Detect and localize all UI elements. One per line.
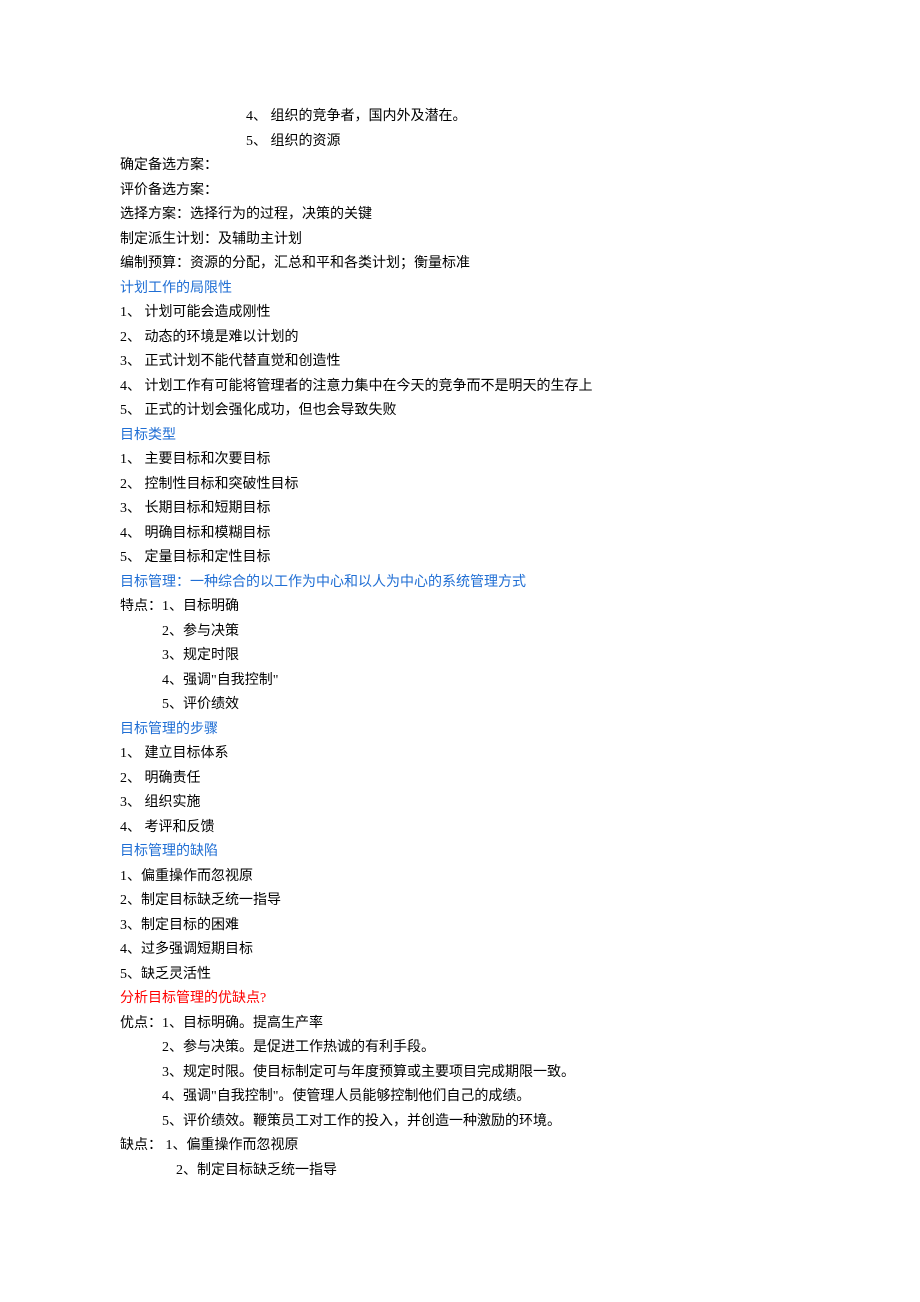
list-item: 3、 长期目标和短期目标 (120, 497, 800, 522)
advantage-sub-item: 3、规定时限。使目标制定可与年度预算或主要项目完成期限一致。 (120, 1061, 800, 1086)
disadvantages-lead: 缺点： 1、偏重操作而忽视原 (120, 1134, 800, 1159)
feature-sub-item: 3、规定时限 (120, 644, 800, 669)
list-item: 4、过多强调短期目标 (120, 938, 800, 963)
features-lead: 特点：1、目标明确 (120, 595, 800, 620)
document-body: 4、 组织的竞争者，国内外及潜在。 5、 组织的资源 确定备选方案： 评价备选方… (120, 105, 800, 1183)
list-item: 5、缺乏灵活性 (120, 963, 800, 988)
intro-indented-item: 5、 组织的资源 (120, 130, 800, 155)
list-item: 2、 明确责任 (120, 767, 800, 792)
intro-line: 确定备选方案： (120, 154, 800, 179)
intro-line: 选择方案：选择行为的过程，决策的关键 (120, 203, 800, 228)
list-item: 1、 建立目标体系 (120, 742, 800, 767)
list-item: 2、制定目标缺乏统一指导 (120, 889, 800, 914)
list-item: 1、 计划可能会造成刚性 (120, 301, 800, 326)
list-item: 3、 组织实施 (120, 791, 800, 816)
list-item: 3、制定目标的困难 (120, 914, 800, 939)
section-heading-mbo-steps: 目标管理的步骤 (120, 718, 800, 743)
section-heading-mbo: 目标管理：一种综合的以工作为中心和以人为中心的系统管理方式 (120, 571, 800, 596)
section-heading-analysis: 分析目标管理的优缺点? (120, 987, 800, 1012)
intro-line: 编制预算：资源的分配，汇总和平和各类计划；衡量标准 (120, 252, 800, 277)
section-heading-limitations: 计划工作的局限性 (120, 277, 800, 302)
disadvantage-sub-item: 2、制定目标缺乏统一指导 (120, 1159, 800, 1184)
list-item: 3、 正式计划不能代替直觉和创造性 (120, 350, 800, 375)
intro-line: 制定派生计划：及辅助主计划 (120, 228, 800, 253)
advantage-sub-item: 4、强调"自我控制"。使管理人员能够控制他们自己的成绩。 (120, 1085, 800, 1110)
section-heading-goal-types: 目标类型 (120, 424, 800, 449)
list-item: 1、 主要目标和次要目标 (120, 448, 800, 473)
section-heading-mbo-defects: 目标管理的缺陷 (120, 840, 800, 865)
list-item: 5、 正式的计划会强化成功，但也会导致失败 (120, 399, 800, 424)
advantage-sub-item: 2、参与决策。是促进工作热诚的有利手段。 (120, 1036, 800, 1061)
intro-indented-item: 4、 组织的竞争者，国内外及潜在。 (120, 105, 800, 130)
feature-sub-item: 4、强调"自我控制" (120, 669, 800, 694)
list-item: 4、 明确目标和模糊目标 (120, 522, 800, 547)
advantages-lead: 优点：1、目标明确。提高生产率 (120, 1012, 800, 1037)
intro-line: 评价备选方案： (120, 179, 800, 204)
list-item: 2、 动态的环境是难以计划的 (120, 326, 800, 351)
list-item: 2、 控制性目标和突破性目标 (120, 473, 800, 498)
list-item: 4、 计划工作有可能将管理者的注意力集中在今天的竞争而不是明天的生存上 (120, 375, 800, 400)
list-item: 4、 考评和反馈 (120, 816, 800, 841)
advantage-sub-item: 5、评价绩效。鞭策员工对工作的投入，并创造一种激励的环境。 (120, 1110, 800, 1135)
list-item: 1、偏重操作而忽视原 (120, 865, 800, 890)
feature-sub-item: 2、参与决策 (120, 620, 800, 645)
list-item: 5、 定量目标和定性目标 (120, 546, 800, 571)
feature-sub-item: 5、评价绩效 (120, 693, 800, 718)
